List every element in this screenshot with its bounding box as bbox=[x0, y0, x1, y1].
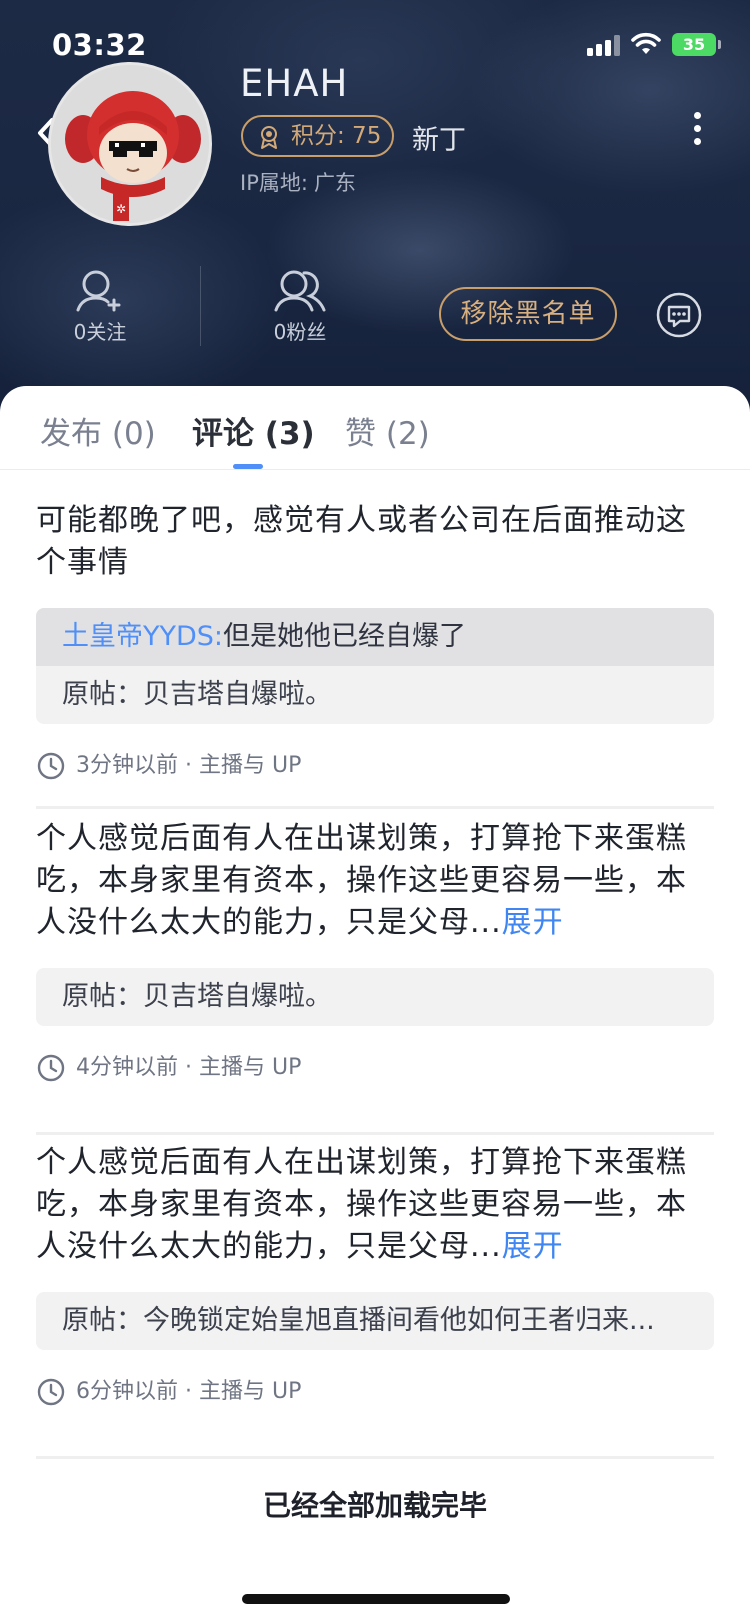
comment-divider bbox=[36, 806, 714, 809]
clock-icon bbox=[37, 752, 65, 780]
points-label: 积分: 75 bbox=[291, 123, 382, 149]
tab-bar: 发布 (0) 评论 (3) 赞 (2) bbox=[0, 386, 750, 470]
ip-location-label: IP属地: bbox=[240, 171, 308, 195]
comment-meta: 6分钟以前 · 主播与 UP bbox=[36, 1376, 714, 1408]
svg-text:✲: ✲ bbox=[116, 202, 126, 216]
level-label: 新丁 bbox=[412, 125, 466, 156]
tab-comments[interactable]: 评论 (3) bbox=[192, 408, 315, 453]
comment-text[interactable]: 个人感觉后面有人在出谋划策，打算抢下来蛋糕吃，本身家里有资本，操作这些更容易一些… bbox=[36, 818, 714, 944]
comment-item[interactable]: 可能都晚了吧，感觉有人或者公司在后面推动这个事情 土皇帝YYDS:但是她他已经自… bbox=[36, 500, 714, 782]
tab-active-indicator bbox=[233, 464, 263, 469]
followers-stat[interactable]: 0粉丝 bbox=[240, 268, 360, 345]
following-icon bbox=[76, 270, 121, 312]
ip-location: IP属地: 广东 bbox=[240, 167, 356, 197]
comment-item[interactable]: 个人感觉后面有人在出谋划策，打算抢下来蛋糕吃，本身家里有资本，操作这些更容易一些… bbox=[36, 1142, 714, 1408]
original-post[interactable]: 原帖：贝吉塔自爆啦。 bbox=[36, 968, 714, 1026]
reply-line: 土皇帝YYDS:但是她他已经自爆了 bbox=[36, 608, 714, 666]
avatar[interactable]: ✲ bbox=[48, 62, 212, 226]
tab-likes[interactable]: 赞 (2) bbox=[345, 408, 430, 453]
comment-meta: 4分钟以前 · 主播与 UP bbox=[36, 1052, 714, 1084]
original-post[interactable]: 原帖：贝吉塔自爆啦。 bbox=[36, 666, 714, 724]
clock-icon bbox=[37, 1054, 65, 1082]
expand-link[interactable]: 展开 bbox=[502, 905, 564, 940]
comment-meta: 3分钟以前 · 主播与 UP bbox=[36, 750, 714, 782]
points-badge: 积分: 75 bbox=[241, 115, 394, 157]
ip-location-value: 广东 bbox=[313, 171, 356, 195]
username: EHAH bbox=[240, 62, 349, 105]
content-sheet: 发布 (0) 评论 (3) 赞 (2) 可能都晚了吧，感觉有人或者公司在后面推动… bbox=[0, 386, 750, 1624]
comment-item[interactable]: 个人感觉后面有人在出谋划策，打算抢下来蛋糕吃，本身家里有资本，操作这些更容易一些… bbox=[36, 818, 714, 1084]
comment-divider bbox=[36, 1132, 714, 1135]
clock-icon bbox=[37, 1378, 65, 1406]
reply-quote[interactable]: 原帖：贝吉塔自爆啦。 bbox=[36, 968, 714, 1026]
medal-icon bbox=[261, 126, 277, 149]
expand-link[interactable]: 展开 bbox=[502, 1229, 564, 1264]
followers-icon bbox=[274, 270, 326, 312]
more-options-icon[interactable] bbox=[690, 112, 704, 152]
reply-user[interactable]: 土皇帝YYDS: bbox=[62, 621, 223, 652]
status-time: 03:32 bbox=[52, 28, 147, 62]
reply-quote[interactable]: 土皇帝YYDS:但是她他已经自爆了 原帖：贝吉塔自爆啦。 bbox=[36, 608, 714, 724]
tab-posts[interactable]: 发布 (0) bbox=[40, 408, 156, 453]
wifi-icon bbox=[631, 32, 661, 54]
comment-text[interactable]: 可能都晚了吧，感觉有人或者公司在后面推动这个事情 bbox=[36, 500, 714, 584]
stats-divider bbox=[200, 266, 201, 346]
comment-time: 4分钟以前 · 主播与 UP bbox=[76, 1055, 302, 1080]
cellular-signal-icon bbox=[587, 34, 623, 56]
comment-text[interactable]: 个人感觉后面有人在出谋划策，打算抢下来蛋糕吃，本身家里有资本，操作这些更容易一些… bbox=[36, 1142, 714, 1268]
comment-time: 3分钟以前 · 主播与 UP bbox=[76, 753, 302, 778]
comment-divider bbox=[36, 1456, 714, 1459]
original-post[interactable]: 原帖：今晚锁定始皇旭直播间看他如何王者归来... bbox=[36, 1292, 714, 1350]
comment-time: 6分钟以前 · 主播与 UP bbox=[76, 1379, 302, 1404]
end-of-list-text: 已经全部加载完毕 bbox=[262, 1489, 487, 1522]
message-icon[interactable] bbox=[656, 292, 702, 338]
following-count: 0关注 bbox=[73, 320, 127, 344]
battery-indicator: 35 bbox=[672, 33, 721, 56]
home-indicator[interactable] bbox=[242, 1594, 510, 1604]
reply-text: 但是她他已经自爆了 bbox=[223, 621, 467, 652]
reply-quote[interactable]: 原帖：今晚锁定始皇旭直播间看他如何王者归来... bbox=[36, 1292, 714, 1350]
following-stat[interactable]: 0关注 bbox=[40, 268, 160, 345]
profile-header: 03:32 35 ✲ EHAH 积分: 75 新丁 IP属地: 广东 0关注 0… bbox=[0, 0, 750, 420]
avatar-image: ✲ bbox=[51, 65, 209, 223]
followers-count: 0粉丝 bbox=[273, 320, 327, 344]
remove-blacklist-button[interactable]: 移除黑名单 bbox=[439, 287, 617, 341]
